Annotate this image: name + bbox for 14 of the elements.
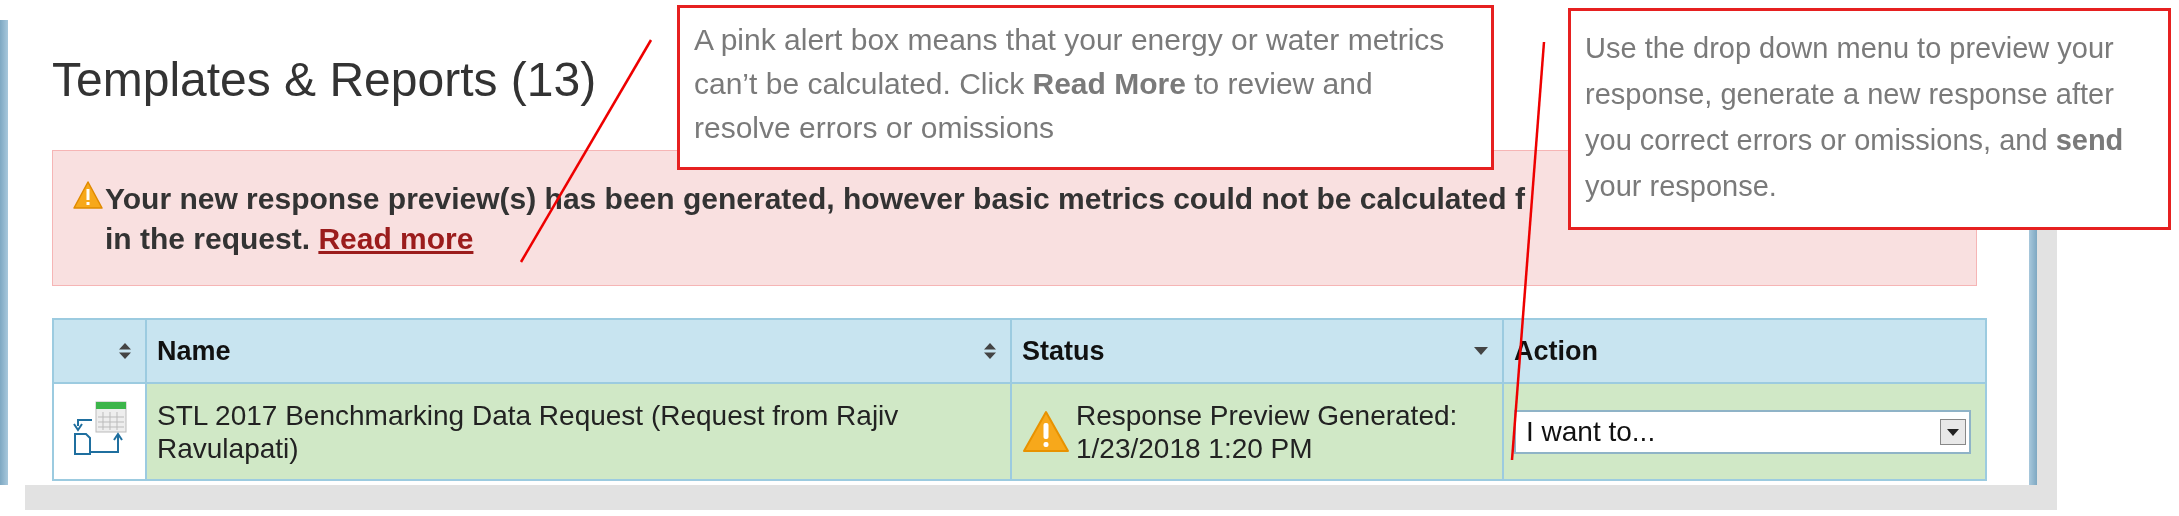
page-title: Templates & Reports (13): [52, 54, 597, 106]
caret-down-icon[interactable]: [1474, 347, 1488, 355]
read-more-link[interactable]: Read more: [318, 222, 474, 255]
warning-icon: [73, 181, 103, 209]
column-header[interactable]: Status: [1011, 319, 1503, 383]
callout-text: A pink alert box means that your energy or water metrics can’t be calculated. Click Read More to review and resolve errors or omissions: [694, 22, 1446, 146]
sort-icon[interactable]: [119, 343, 131, 359]
table-cell: STL 2017 Benchmarking Data Request (Request from Rajiv Ravulapati): [146, 383, 1011, 480]
spreadsheet-icon: [71, 400, 128, 456]
status-text: Response Preview Generated: 1/23/2018 1:20 PM: [1076, 398, 1459, 465]
sort-icon[interactable]: [984, 343, 996, 359]
column-header[interactable]: Name: [146, 319, 1011, 383]
callout-text: Use the drop down menu to preview your response, generate a new response after you correct errors or omissions, and send your response.: [1585, 31, 2125, 204]
action-dropdown[interactable]: I want to...: [1514, 409, 1971, 454]
